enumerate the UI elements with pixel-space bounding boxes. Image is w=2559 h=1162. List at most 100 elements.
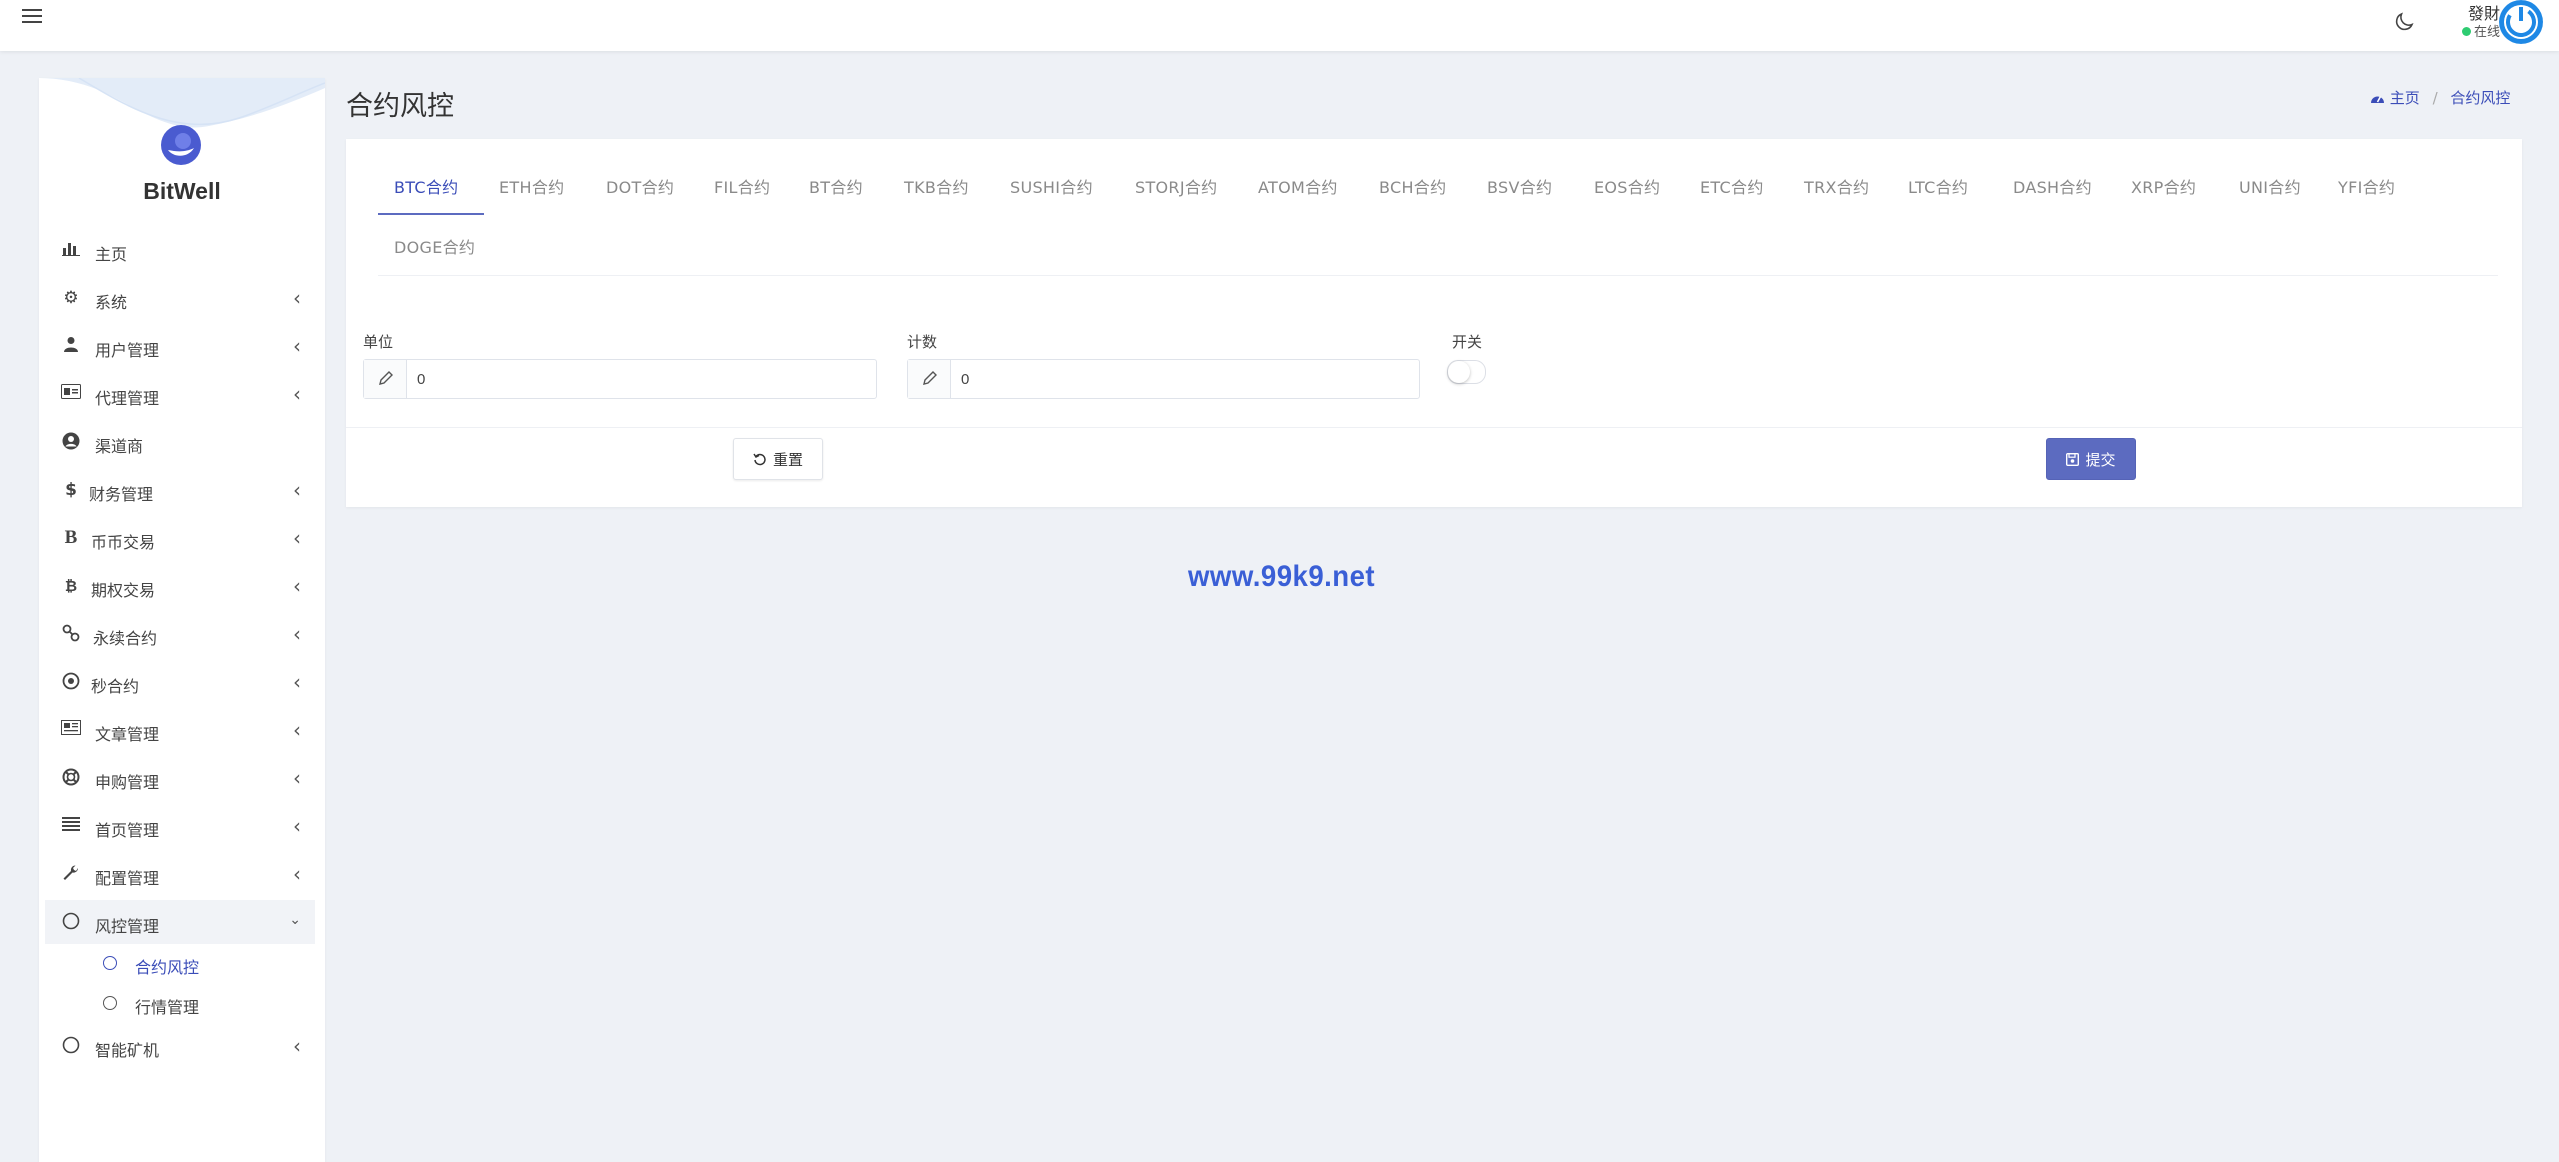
toggle-knob [1448,361,1470,383]
avatar[interactable] [2499,0,2543,44]
user-tie-icon [61,336,81,356]
chevron-left-icon: ‹ [293,862,301,886]
tab-doge[interactable]: DOGE合约 [394,234,475,258]
sidebar-subitem-market[interactable]: 行情管理 [99,986,309,1022]
sidebar-item-risk-control[interactable]: 风控管理 ⌄ [45,900,315,944]
user-status: 在线 [2461,21,2500,40]
top-navbar: 發財 在线 [0,0,2559,51]
reset-button[interactable]: 重置 [733,438,823,480]
tab-tkb[interactable]: TKB合约 [904,174,969,198]
count-field [907,359,1420,399]
gear-icon: ⚙ [63,288,79,308]
tab-xrp[interactable]: XRP合约 [2131,174,2196,198]
breadcrumb: 主页 / 合约风控 [2370,87,2510,108]
chevron-left-icon: ‹ [293,766,301,790]
chevron-left-icon: ‹ [293,334,301,358]
bar-chart-icon [61,240,81,260]
tab-dot[interactable]: DOT合约 [606,174,674,198]
sidebar-item-home[interactable]: 主页 [45,228,315,272]
tab-yfi[interactable]: YFI合约 [2338,174,2395,198]
submit-button[interactable]: 提交 [2046,438,2136,480]
tab-sushi[interactable]: SUSHI合约 [1010,174,1093,198]
tab-etc[interactable]: ETC合约 [1700,174,1764,198]
circle-icon [61,912,81,932]
tab-dash[interactable]: DASH合约 [2013,174,2092,198]
tab-uni[interactable]: UNI合约 [2239,174,2301,198]
sidebar-item-channel[interactable]: 渠道商 [45,420,315,464]
sidebar-item-config[interactable]: 配置管理 ‹ [45,852,315,896]
circle-icon [103,996,117,1010]
life-ring-icon [61,768,81,788]
contract-tabs: BTC合约 ETH合约 DOT合约 FIL合约 BT合约 TKB合约 SUSHI… [378,139,2498,276]
save-icon [2066,452,2080,466]
switch-label: 开关 [1452,333,1483,351]
enable-toggle[interactable] [1447,360,1486,384]
chevron-left-icon: ‹ [293,286,301,310]
brand-name: BitWell [143,178,221,204]
hamburger-menu-icon[interactable] [22,5,42,27]
sidebar-item-homepage[interactable]: 首页管理 ‹ [45,804,315,848]
chevron-left-icon: ‹ [293,574,301,598]
watermark-text: www.99k9.net [1188,560,1376,593]
sidebar-item-users[interactable]: 用户管理 ‹ [45,324,315,368]
risk-control-card: BTC合约 ETH合约 DOT合约 FIL合约 BT合约 TKB合约 SUSHI… [346,139,2522,507]
link-icon [61,624,81,644]
sidebar-item-finance[interactable]: $ 财务管理 ‹ [45,468,315,512]
bold-b-icon: B [64,527,78,548]
sidebar-item-system[interactable]: ⚙ 系统 ‹ [45,276,315,320]
page-title: 合约风控 [346,91,454,122]
user-circle-icon [61,432,81,452]
breadcrumb-current[interactable]: 合约风控 [2450,89,2510,107]
newspaper-icon [61,720,81,740]
chevron-left-icon: ‹ [293,1034,301,1058]
unit-field [363,359,877,399]
tab-ltc[interactable]: LTC合约 [1908,174,1968,198]
online-dot [2461,27,2471,36]
sidebar-item-second-contract[interactable]: 秒合约 ‹ [45,660,315,704]
chevron-down-icon: ⌄ [289,912,301,928]
brand-header: BitWell [39,78,325,218]
tab-btc[interactable]: BTC合约 [394,174,458,198]
dashboard-icon [2371,96,2384,103]
sidebar-item-mining[interactable]: 智能矿机 ‹ [45,1024,315,1068]
breadcrumb-home[interactable]: 主页 [2370,89,2425,107]
count-label: 计数 [907,333,938,351]
tab-bch[interactable]: BCH合约 [1379,174,1446,198]
circle-icon [103,956,117,970]
chevron-left-icon: ‹ [293,670,301,694]
circle-icon [61,1036,81,1056]
chevron-left-icon: ‹ [293,478,301,502]
tab-trx[interactable]: TRX合约 [1804,174,1869,198]
sidebar-subitem-contract-risk[interactable]: 合约风控 [99,946,309,982]
tab-bsv[interactable]: BSV合约 [1487,174,1552,198]
tab-fil[interactable]: FIL合约 [714,174,770,198]
sidebar-item-agents[interactable]: 代理管理 ‹ [45,372,315,416]
moon-icon[interactable] [2392,10,2416,34]
tab-eos[interactable]: EOS合约 [1594,174,1660,198]
sidebar-item-articles[interactable]: 文章管理 ‹ [45,708,315,752]
user-info[interactable]: 發財 在线 [2440,0,2500,44]
chevron-left-icon: ‹ [293,526,301,550]
form-divider [346,427,2522,428]
dollar-icon: $ [65,480,77,500]
sidebar: BitWell 主页 ⚙ 系统 ‹ 用户管理 ‹ 代理管理 ‹ 渠道商 $ 财务… [39,78,325,1162]
count-input[interactable] [951,360,1418,398]
unit-label: 单位 [363,333,394,351]
undo-icon [753,453,766,466]
wrench-icon [61,864,81,884]
sidebar-item-subscription[interactable]: 申购管理 ‹ [45,756,315,800]
active-tab-indicator [378,213,484,215]
id-card-icon [61,384,81,404]
tab-atom[interactable]: ATOM合约 [1258,174,1338,198]
unit-input[interactable] [407,360,875,398]
sidebar-item-perpetual[interactable]: 永续合约 ‹ [45,612,315,656]
tab-storj[interactable]: STORJ合约 [1135,174,1217,198]
chevron-left-icon: ‹ [293,718,301,742]
bitcoin-icon: ₿ [64,577,78,595]
sidebar-item-options[interactable]: ₿ 期权交易 ‹ [45,564,315,608]
bitwell-logo-icon [161,125,201,165]
tab-eth[interactable]: ETH合约 [499,174,564,198]
list-icon [61,816,81,836]
tab-bt[interactable]: BT合约 [809,174,863,198]
sidebar-item-spot-trading[interactable]: B 币币交易 ‹ [45,516,315,560]
